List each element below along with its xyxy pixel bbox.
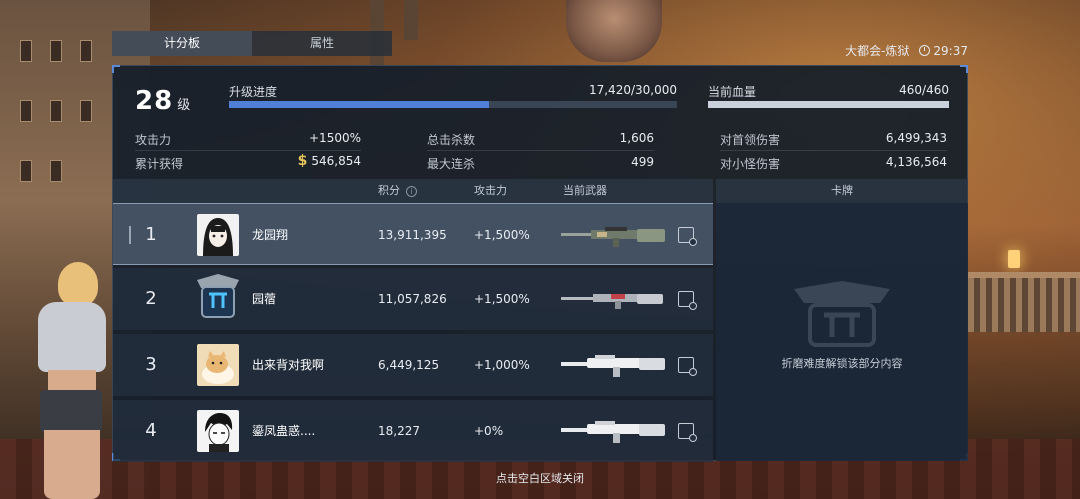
background-statue-head — [566, 0, 662, 62]
earned-value: $546,854 — [297, 153, 361, 169]
rifle-white-icon — [561, 352, 667, 378]
level-number: 28 — [135, 86, 174, 116]
rifle-white-icon — [561, 418, 667, 444]
inspect-weapon-icon[interactable] — [678, 357, 697, 376]
table-row[interactable]: 2 园蓿 11,057,826 +1,500% — [113, 268, 713, 330]
player-name: 园蓿 — [252, 292, 277, 306]
kills-label: 总击杀数 — [427, 133, 476, 147]
coin-icon: $ — [297, 153, 308, 169]
boss-damage-label: 对首领伤害 — [720, 133, 781, 147]
player-name: 龙园翔 — [252, 228, 289, 242]
player-score: 11,057,826 — [378, 292, 447, 306]
card-locked-text: 折磨难度解锁该部分内容 — [781, 357, 903, 370]
boss-damage-value: 6,499,343 — [885, 131, 947, 145]
emblem-avatar — [193, 274, 243, 324]
background-balustrade — [968, 272, 1080, 332]
header-score: 积分 i — [378, 179, 417, 203]
inspect-weapon-icon[interactable] — [678, 423, 697, 442]
hp-label: 当前血量 — [708, 85, 757, 99]
hp-fill — [708, 101, 949, 108]
player-attack: +1,500% — [474, 228, 530, 242]
combo-value: 499 — [631, 155, 654, 169]
match-info: 大都会-炼狱 29:37 — [845, 42, 968, 59]
player-score: 18,227 — [378, 424, 420, 438]
card-header: 卡牌 — [716, 179, 968, 203]
close-hint[interactable]: 点击空白区域关闭 — [0, 470, 1080, 486]
inspect-weapon-icon[interactable] — [678, 227, 697, 246]
faded-emblem-icon — [788, 281, 896, 351]
map-name: 大都会-炼狱 — [845, 44, 910, 58]
hp-value: 460/460 — [899, 83, 949, 97]
player-level: 28 级 — [135, 86, 190, 116]
earned-label: 累计获得 — [135, 157, 184, 171]
card-locked-area: 折磨难度解锁该部分内容 — [716, 203, 968, 461]
table-header: 积分 i 攻击力 当前武器 — [113, 179, 713, 203]
rank-number: 3 — [145, 354, 157, 375]
player-attack: +1,000% — [474, 358, 530, 372]
table-row[interactable]: 3 出来背对我啊 6,449,125 +1,000% — [113, 334, 713, 396]
attack-label: 攻击力 — [135, 133, 172, 147]
header-attack: 攻击力 — [474, 184, 507, 197]
minion-damage-value: 4,136,564 — [885, 155, 947, 169]
inspect-weapon-icon[interactable] — [678, 291, 697, 310]
cat-avatar — [197, 344, 239, 386]
player-attack: +0% — [474, 424, 504, 438]
background-lamp — [1008, 250, 1020, 268]
rifle-silver-red-icon — [561, 286, 667, 312]
player-score: 13,911,395 — [378, 228, 447, 242]
tab-scoreboard[interactable]: 计分板 — [112, 31, 252, 56]
scoreboard-panel: 28 级 升级进度 17,420/30,000 当前血量 460/460 攻击力… — [112, 65, 968, 462]
level-unit: 级 — [177, 98, 191, 113]
rifle-camo-icon — [561, 222, 667, 248]
kills-value: 1,606 — [619, 131, 654, 145]
manga-boy-avatar — [197, 410, 239, 452]
anime-girl-avatar — [197, 214, 239, 256]
hp-bar — [708, 101, 949, 108]
clock-icon — [919, 44, 931, 56]
upgrade-progress-value: 17,420/30,000 — [588, 83, 677, 97]
player-score: 6,449,125 — [378, 358, 440, 372]
player-attack: +1,500% — [474, 292, 530, 306]
upgrade-progress-fill — [229, 101, 490, 108]
match-timer: 29:37 — [919, 44, 968, 58]
player-name: 出来背对我啊 — [252, 358, 325, 372]
info-icon[interactable]: i — [406, 186, 417, 197]
background-spire — [404, 0, 418, 40]
upgrade-progress-bar — [229, 101, 677, 108]
header-weapon: 当前武器 — [563, 184, 607, 197]
rank-number: 1 — [145, 224, 157, 245]
attack-value: +1500% — [309, 131, 361, 145]
table-row[interactable]: 4 鎏凤蛊惑.... 18,227 +0% — [113, 400, 713, 462]
upgrade-progress-label: 升级进度 — [229, 85, 278, 99]
player-character — [30, 262, 110, 499]
rank-number: 2 — [145, 288, 157, 309]
tab-attributes[interactable]: 属性 — [252, 31, 392, 56]
rank-number: 4 — [145, 420, 157, 441]
tab-bar: 计分板 属性 — [112, 31, 392, 56]
player-name: 鎏凤蛊惑.... — [252, 424, 316, 438]
minion-damage-label: 对小怪伤害 — [720, 157, 781, 171]
table-row[interactable]: 1 龙园翔 13,911,395 +1,500% — [113, 203, 713, 265]
combo-label: 最大连杀 — [427, 157, 476, 171]
